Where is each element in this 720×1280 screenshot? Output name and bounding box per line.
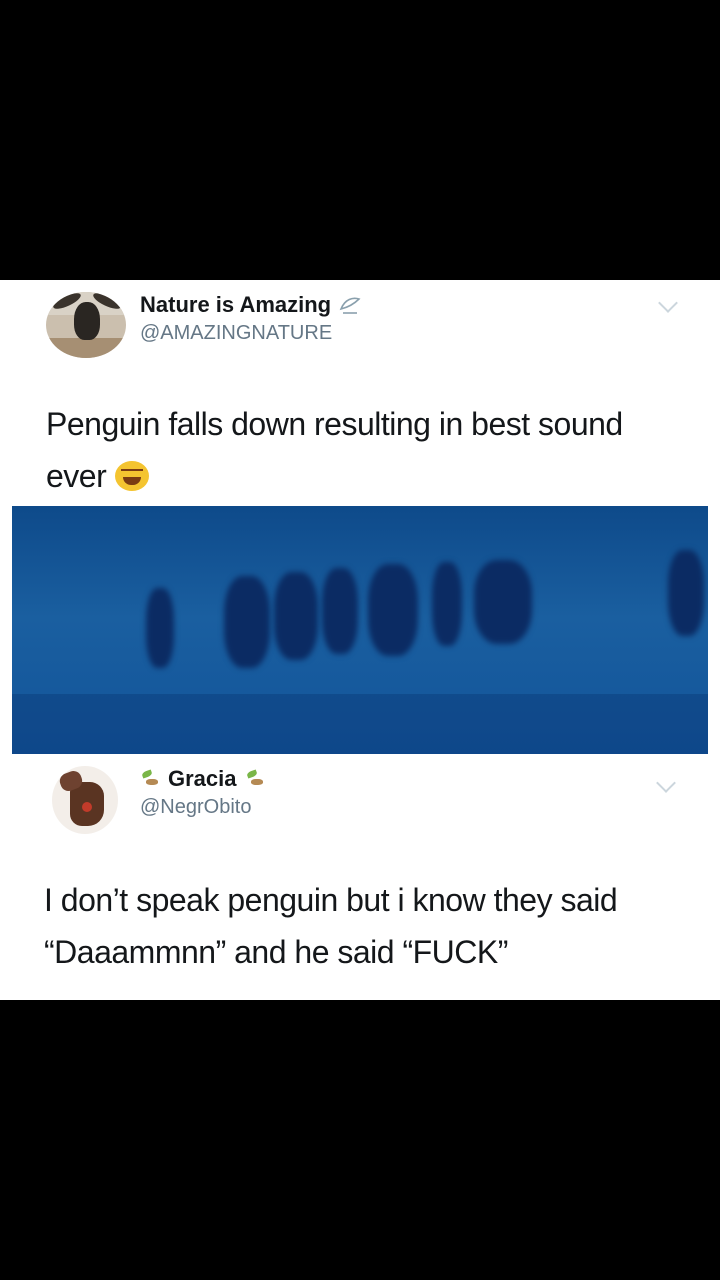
reply-text-line: I don’t speak penguin but i know they sa… [44,882,618,918]
reply-header: Gracia @NegrObito [52,766,265,834]
penguin-shape [668,550,704,636]
reply-text: I don’t speak penguin but i know they sa… [44,874,694,978]
chevron-down-icon[interactable] [658,293,678,313]
sprout-icon [245,769,265,789]
tweet-text: Penguin falls down resulting in best sou… [46,398,686,502]
reply-text-line: “Daaammnn” and he said “FUCK” [44,934,508,970]
avatar[interactable] [46,292,126,358]
penguin-shape [146,588,174,668]
display-name[interactable]: Gracia [140,766,265,792]
chevron-down-icon[interactable] [656,773,676,793]
display-name-text: Nature is Amazing [140,292,332,317]
letterbox-bottom [0,1000,720,1280]
penguin-shape [322,568,358,654]
display-name-text: Gracia [168,766,237,791]
tweet-media-video[interactable] [12,506,708,754]
tweet-header: Nature is Amazing @AMAZINGNATURE [46,292,361,362]
penguin-shape [368,564,418,656]
user-handle: @NegrObito [140,796,252,818]
penguin-shape [224,576,270,668]
tweet-text-line: ever [46,450,686,502]
screenshot-card: Nature is Amazing @AMAZINGNATURE Penguin… [0,280,720,1000]
laughing-face-icon [114,461,149,491]
penguin-shape [474,560,532,644]
avatar[interactable] [52,766,118,834]
tweet-text-word: ever [46,458,107,494]
penguin-shape [432,562,462,646]
sprout-icon [140,769,160,789]
display-name[interactable]: Nature is Amazing [140,292,361,318]
leaf-icon [339,297,361,314]
user-handle: @AMAZINGNATURE [140,322,333,344]
penguin-shape [274,572,318,660]
tweet-text-line: Penguin falls down resulting in best sou… [46,406,623,442]
letterbox-top [0,0,720,280]
